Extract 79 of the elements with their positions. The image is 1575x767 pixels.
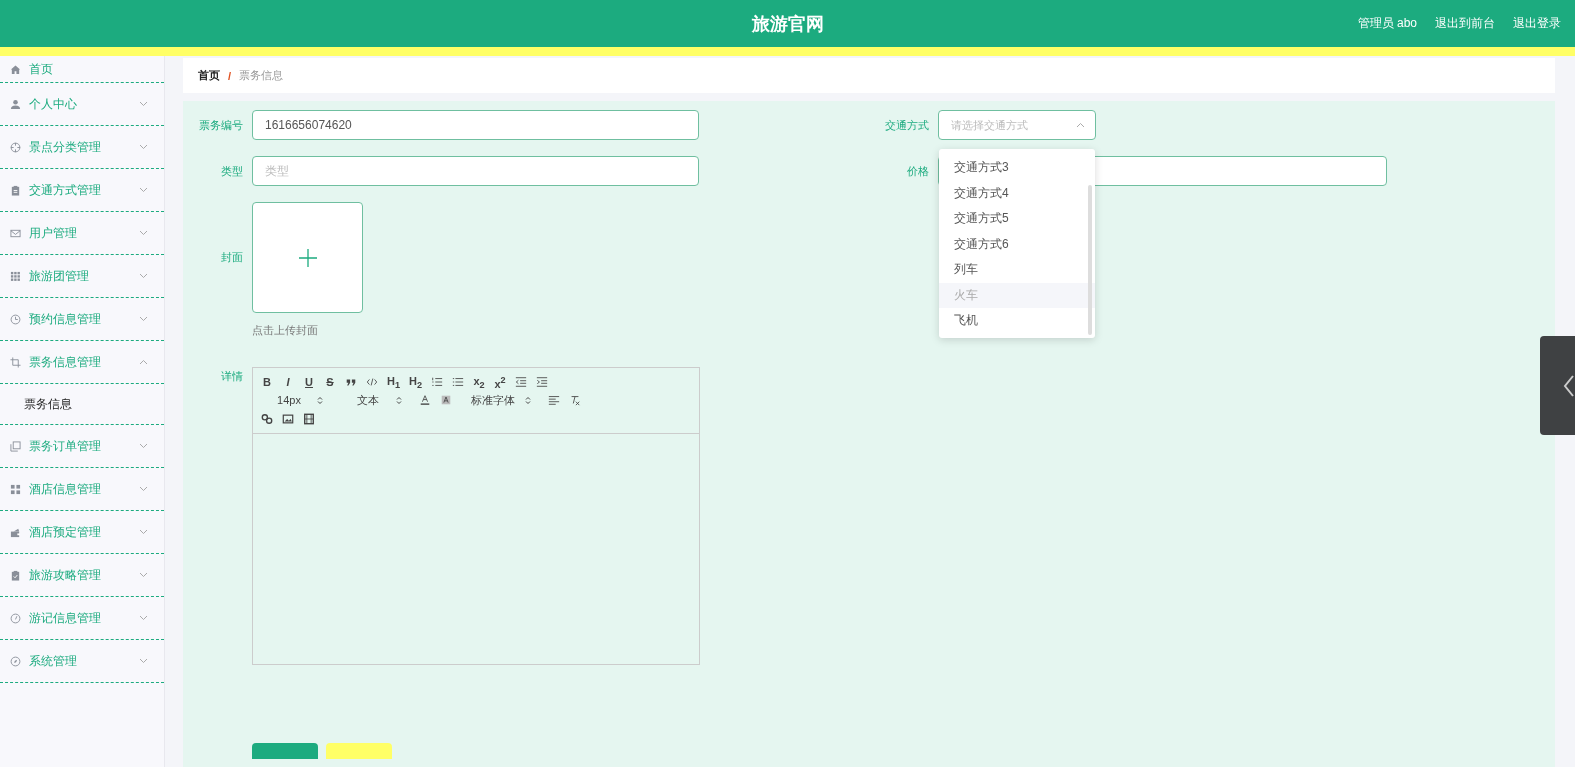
chevron-down-icon xyxy=(139,187,148,193)
format-button[interactable]: B xyxy=(261,376,273,389)
align-icon[interactable] xyxy=(548,394,560,407)
user-icon xyxy=(10,98,21,110)
format-button[interactable]: x$^{2}$ xyxy=(494,374,507,390)
format-button[interactable]: I xyxy=(282,376,294,389)
image-icon[interactable] xyxy=(282,412,294,425)
indent-icon[interactable] xyxy=(536,376,549,389)
toolbar-select[interactable]: 14px xyxy=(261,394,331,407)
field-label: 票务编号 xyxy=(198,117,244,133)
chevron-up-icon xyxy=(1076,122,1085,128)
chevron-down-icon xyxy=(139,658,148,664)
chevron-down-icon xyxy=(139,529,148,535)
rich-text-editor[interactable]: B I U S H$_{1}$ H$_{2}$ x$_{2}$ x$^{2}$ 14px 文本 标准字体 xyxy=(252,367,700,665)
grid-icon xyxy=(10,270,21,282)
format-button[interactable]: H$_{2}$ xyxy=(409,374,423,390)
text-color-icon[interactable] xyxy=(419,394,431,407)
up-down-arrow-icon xyxy=(317,396,323,405)
breadcrumb-item[interactable]: 首页 xyxy=(198,68,220,83)
bullet-list-icon[interactable] xyxy=(452,376,465,389)
numbered-list-icon[interactable] xyxy=(431,376,444,389)
breadcrumb-item: 票务信息 xyxy=(239,68,284,83)
field-label: 封面 xyxy=(220,250,244,265)
dropdown-option[interactable]: 列车 xyxy=(939,257,1095,283)
submenu-item[interactable]: 票务信息 xyxy=(0,384,164,425)
chevron-down-icon xyxy=(139,144,148,150)
field-label: 详情 xyxy=(220,369,244,384)
up-down-arrow-icon xyxy=(525,396,531,405)
clear-format-icon[interactable] xyxy=(569,394,581,407)
plus-icon xyxy=(297,247,318,268)
copy-icon xyxy=(10,440,21,452)
dropdown-option[interactable]: 交通方式5 xyxy=(939,206,1095,232)
clock-icon xyxy=(10,313,21,325)
compass-icon xyxy=(10,655,21,667)
chevron-down-icon xyxy=(139,101,148,107)
scrollbar[interactable] xyxy=(1088,185,1092,335)
outdent-icon[interactable] xyxy=(515,376,528,389)
toolbar-select[interactable]: 标准字体 xyxy=(461,393,539,408)
grid-icon xyxy=(10,483,21,495)
input-field[interactable]: 1616656074620 xyxy=(252,110,699,140)
field-label: 价格 xyxy=(906,163,930,179)
dropdown-option[interactable]: 飞机 xyxy=(939,308,1095,334)
upload-hint: 点击上传封面 xyxy=(252,323,318,337)
dropdown-option[interactable]: 交通方式4 xyxy=(939,180,1095,206)
gauge-icon xyxy=(10,612,21,624)
up-down-arrow-icon xyxy=(396,396,402,405)
code-icon[interactable] xyxy=(366,376,378,389)
format-button[interactable]: S xyxy=(324,376,336,389)
chevron-down-icon xyxy=(139,273,148,279)
format-button[interactable]: x$_{2}$ xyxy=(473,374,486,390)
chevron-down-icon xyxy=(139,443,148,449)
site-title: 旅游官网 xyxy=(751,13,824,34)
clipboard-icon xyxy=(10,184,21,196)
mail-icon xyxy=(10,227,21,239)
chevron-down-icon xyxy=(139,230,148,236)
breadcrumb-separator: / xyxy=(228,69,232,82)
chevron-down-icon xyxy=(139,572,148,578)
highlight-icon[interactable] xyxy=(440,394,452,407)
chevron-left-icon xyxy=(1563,373,1575,398)
wallet-icon xyxy=(10,526,21,538)
crop-icon xyxy=(10,356,21,368)
dropdown-option[interactable]: 交通方式6 xyxy=(939,231,1095,257)
target-icon xyxy=(10,141,21,153)
side-panel-handle[interactable] xyxy=(1540,336,1575,435)
dropdown-option[interactable]: 交通方式3 xyxy=(939,155,1095,181)
field-label: 类型 xyxy=(220,163,244,179)
toolbar-select[interactable]: 文本 xyxy=(340,393,410,408)
chevron-down-icon xyxy=(139,486,148,492)
format-button[interactable]: U xyxy=(303,376,315,389)
format-button[interactable]: H$_{1}$ xyxy=(387,374,401,390)
home-icon xyxy=(10,63,21,75)
chevron-up-icon xyxy=(139,359,148,365)
chevron-down-icon xyxy=(139,615,148,621)
field-label: 交通方式 xyxy=(884,117,930,133)
video-icon[interactable] xyxy=(303,412,315,425)
clipboard-check-icon xyxy=(10,569,21,581)
chevron-down-icon xyxy=(139,316,148,322)
link-icon[interactable] xyxy=(261,412,273,425)
input-field[interactable]: 类型 xyxy=(252,156,699,186)
